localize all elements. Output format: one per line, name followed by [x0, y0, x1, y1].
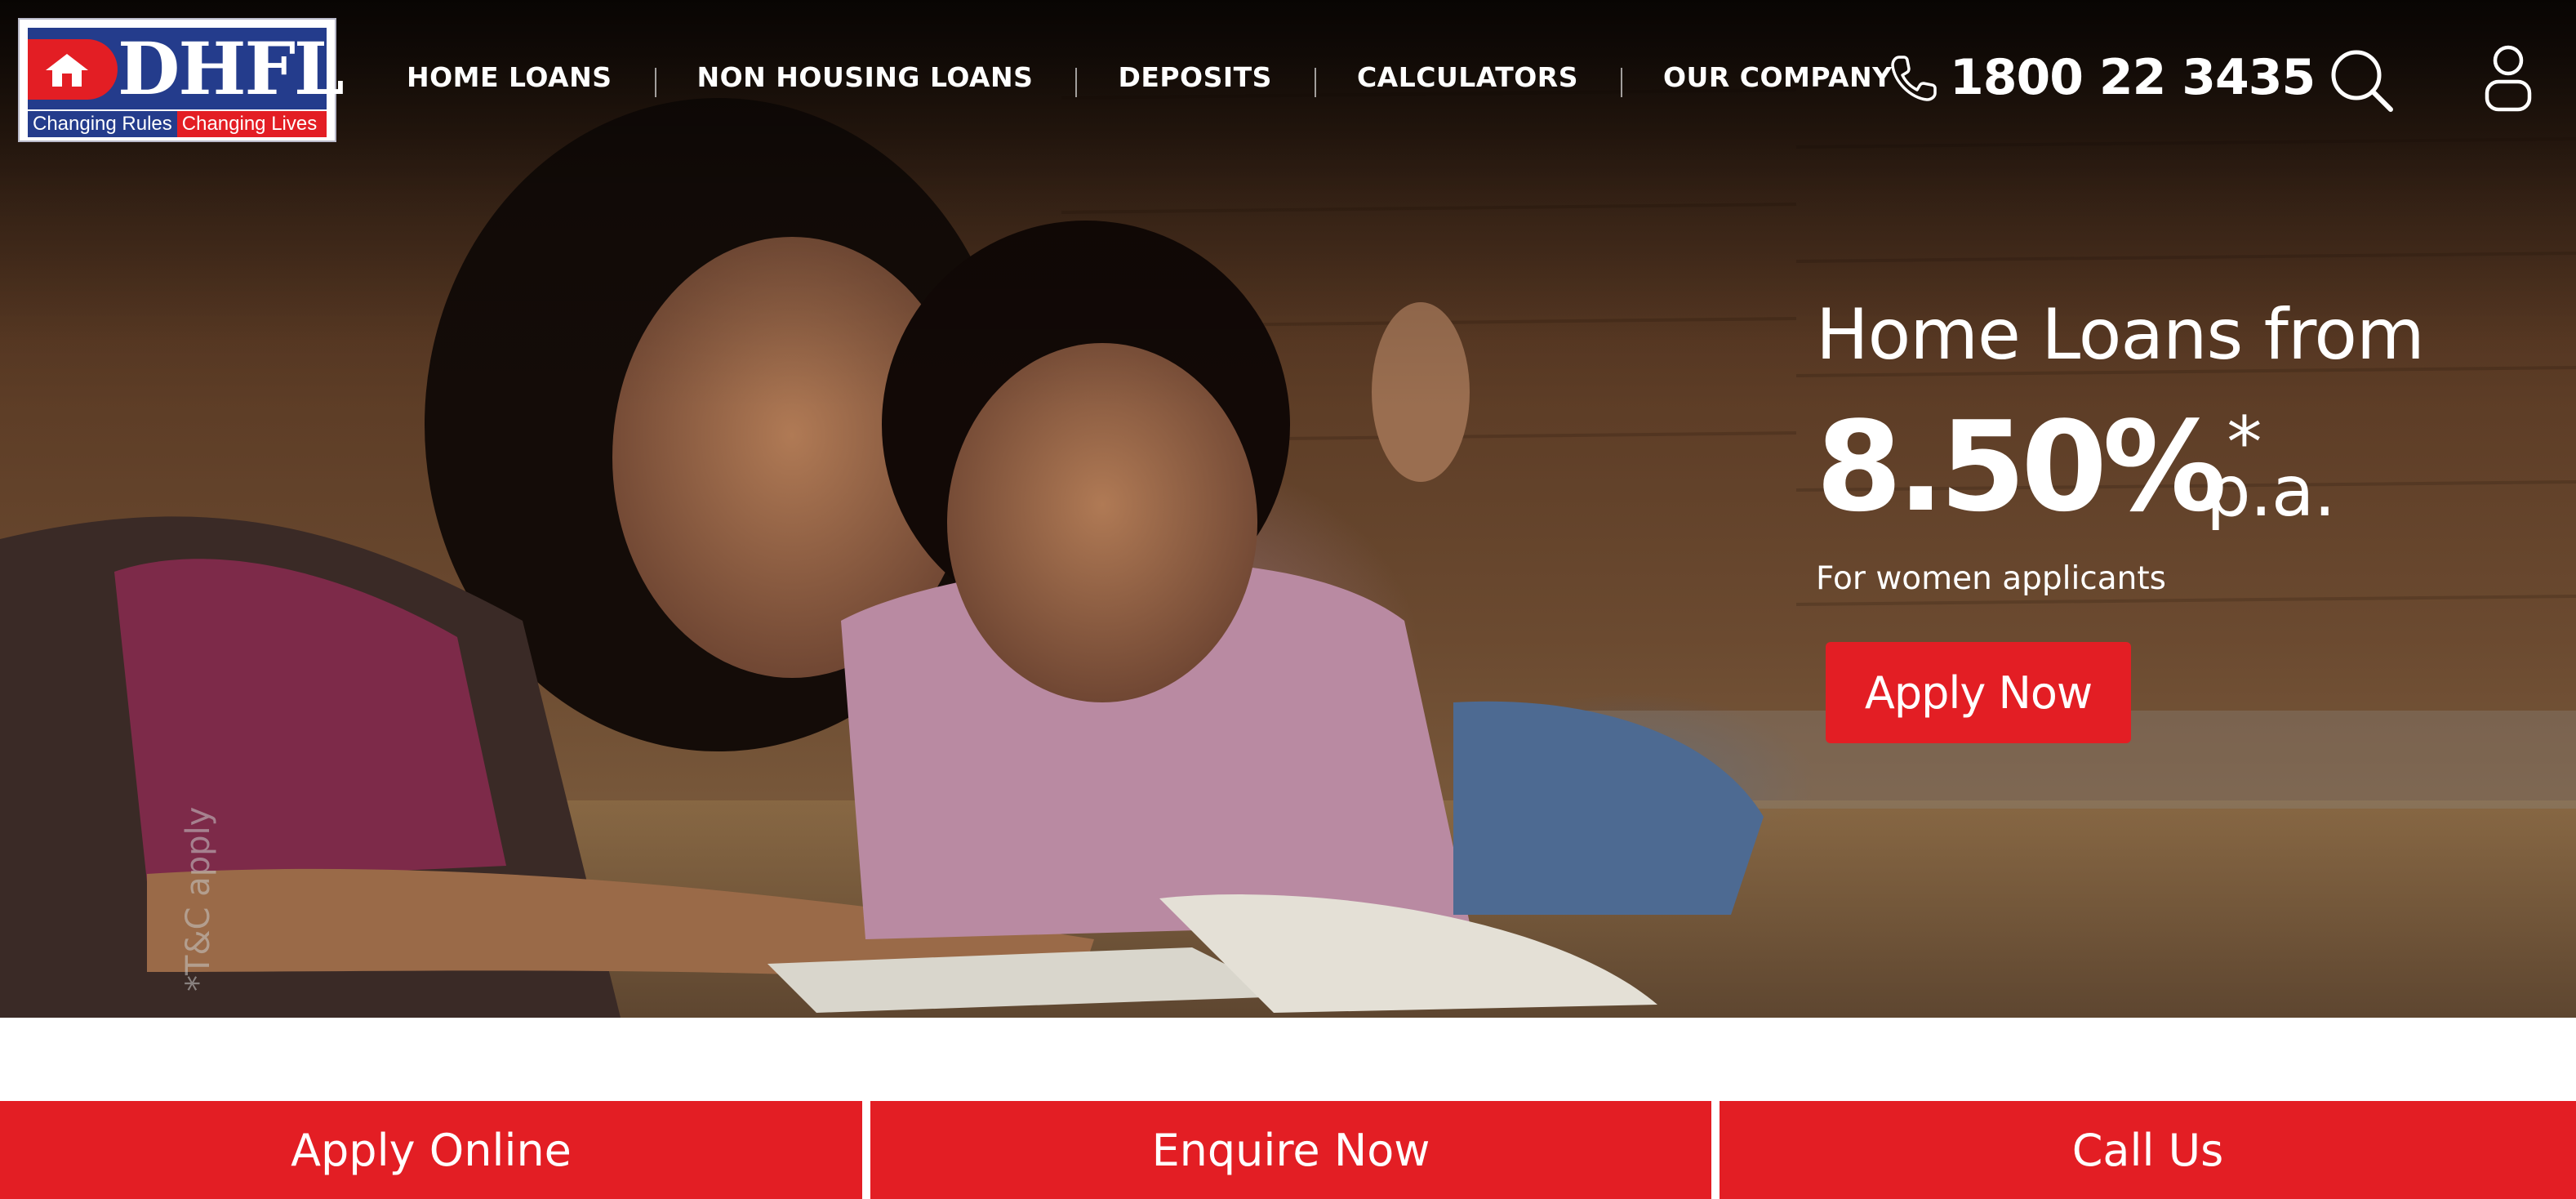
tagline-part1: Changing Rules	[28, 111, 177, 137]
rate-suffix: p.a.	[2206, 451, 2336, 533]
cta-bar: Apply Online Enquire Now Call Us	[0, 1101, 2576, 1199]
phone-number: 1800 22 3435	[1950, 49, 2316, 106]
main-nav: HOME LOANS NON HOUSING LOANS DEPOSITS CA…	[384, 52, 1935, 101]
terms-disclaimer: *T&C apply	[180, 806, 217, 992]
apply-now-button[interactable]: Apply Now	[1826, 642, 2131, 743]
promo-rate-row: 8.50%* p.a.	[1816, 394, 2336, 539]
search-icon	[2331, 50, 2393, 112]
apply-online-button[interactable]: Apply Online	[0, 1101, 862, 1199]
promo-subtext: For women applicants	[1816, 560, 2166, 597]
account-button[interactable]	[2480, 44, 2536, 114]
promo-panel: Home Loans from 8.50%* p.a. For women ap…	[1816, 294, 2534, 743]
phone-contact[interactable]: 1800 22 3435	[1888, 41, 2316, 114]
dhfl-logo[interactable]: DHFL Changing Rules Changing Lives	[18, 18, 345, 142]
logo-mark: DHFL	[28, 28, 345, 109]
phone-icon	[1891, 56, 1937, 101]
call-us-button[interactable]: Call Us	[1720, 1101, 2576, 1199]
interest-rate: 8.50%	[1816, 394, 2227, 539]
promo-headline: Home Loans from	[1816, 294, 2425, 376]
logo-wordmark: DHFL	[118, 26, 345, 111]
nav-item-home-loans[interactable]: HOME LOANS	[384, 61, 655, 93]
nav-item-calculators[interactable]: CALCULATORS	[1314, 61, 1621, 97]
nav-item-deposits[interactable]: DEPOSITS	[1075, 61, 1315, 97]
search-button[interactable]	[2327, 46, 2396, 114]
tagline-part2: Changing Lives	[176, 111, 327, 137]
logo-tagline: Changing Rules Changing Lives	[28, 111, 327, 137]
user-icon	[2485, 45, 2532, 112]
site-header: DHFL Changing Rules Changing Lives HOME …	[0, 0, 2576, 155]
enquire-now-button[interactable]: Enquire Now	[870, 1101, 1711, 1199]
nav-item-non-housing-loans[interactable]: NON HOUSING LOANS	[654, 61, 1076, 97]
house-icon	[28, 39, 118, 100]
